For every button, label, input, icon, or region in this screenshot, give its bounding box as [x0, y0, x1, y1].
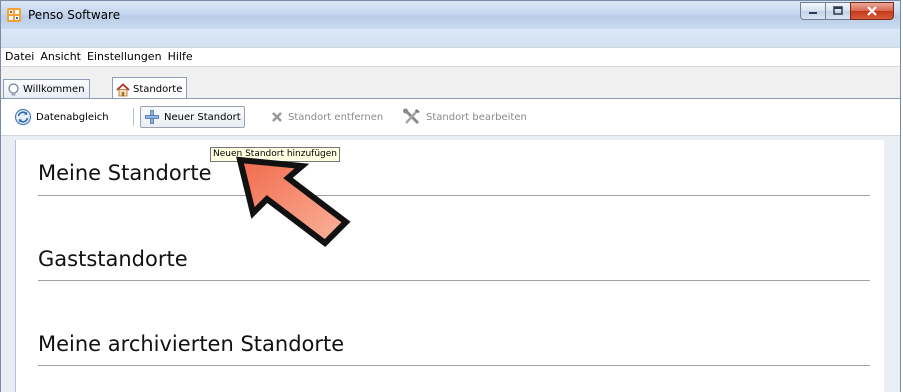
section-archived-locations: Meine archivierten Standorte: [38, 332, 345, 356]
menu-item-einstellungen[interactable]: Einstellungen: [84, 47, 165, 66]
section-divider: [38, 365, 870, 366]
house-icon: [116, 82, 130, 96]
tab-label: Standorte: [133, 84, 183, 95]
remove-location-label: Standort entfernen: [288, 111, 384, 123]
caption-buttons: [800, 2, 894, 22]
locations-panel: Meine Standorte Gaststandorte Meine arch…: [15, 140, 884, 392]
minimize-button[interactable]: [800, 2, 826, 20]
menu-item-ansicht[interactable]: Ansicht: [37, 47, 84, 66]
lightbulb-icon: [8, 82, 19, 95]
pointer-arrow-icon: [236, 156, 351, 247]
menu: Datei Ansicht Einstellungen Hilfe: [1, 47, 196, 66]
tab-label: Willkommen: [23, 84, 85, 95]
window-title: Penso Software: [28, 8, 121, 22]
sync-button[interactable]: Datenabgleich: [11, 106, 112, 128]
toolbar: Datenabgleich Neuer Standort Standort en…: [1, 99, 900, 136]
edit-location-button[interactable]: Standort bearbeiten: [399, 106, 530, 128]
new-location-button[interactable]: Neuer Standort: [140, 106, 245, 128]
frame-border: [1, 29, 900, 47]
close-button[interactable]: [850, 2, 894, 20]
section-divider: [38, 195, 870, 196]
sync-label: Datenabgleich: [36, 111, 109, 123]
toolbar-separator: [133, 108, 134, 126]
tab-strip: Willkommen Standorte: [1, 66, 900, 101]
penso-logo-icon: [6, 7, 22, 23]
plus-icon: [145, 110, 159, 124]
menu-item-datei[interactable]: Datei: [1, 47, 37, 66]
maximize-button[interactable]: [825, 2, 851, 20]
section-guest-locations: Gaststandorte: [38, 247, 188, 271]
title-bar: Penso Software: [1, 1, 900, 29]
tools-icon: [403, 108, 420, 125]
edit-location-label: Standort bearbeiten: [426, 111, 527, 123]
app-window: Penso Software Datei Ansicht Einstellung…: [0, 0, 901, 392]
section-divider: [38, 280, 870, 281]
sync-icon: [14, 108, 32, 126]
menu-item-hilfe[interactable]: Hilfe: [165, 47, 196, 66]
remove-x-icon: [272, 112, 282, 122]
close-icon: [867, 6, 877, 16]
remove-location-button[interactable]: Standort entfernen: [267, 106, 386, 128]
new-location-label: Neuer Standort: [164, 111, 241, 123]
minimize-icon: [809, 12, 817, 14]
maximize-icon: [833, 6, 843, 15]
section-my-locations: Meine Standorte: [38, 161, 212, 185]
tab-willkommen[interactable]: Willkommen: [3, 79, 90, 99]
